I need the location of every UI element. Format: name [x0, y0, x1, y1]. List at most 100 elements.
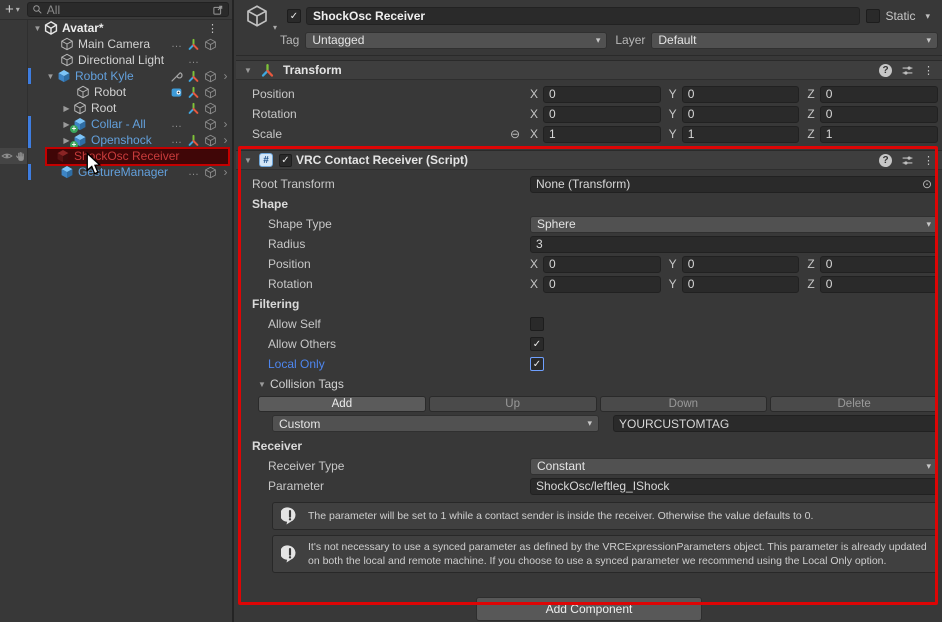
object-picker-icon[interactable]: ⊙ [916, 177, 932, 191]
rotation-z-input[interactable]: 0 [820, 106, 938, 123]
transform-header[interactable]: ▼ Transform ? ⋮ [236, 60, 942, 80]
y-axis-label: Y [669, 107, 677, 121]
radius-input[interactable]: 3 [530, 236, 938, 253]
popout-search-icon[interactable] [212, 4, 224, 16]
position-z-input[interactable]: 0 [820, 86, 938, 103]
vrc-rotation-x-input[interactable]: 0 [543, 276, 661, 293]
presets-icon[interactable] [901, 64, 914, 77]
chevron-right-icon[interactable]: › [219, 117, 232, 131]
prefab-cube-added-icon: + [73, 133, 87, 147]
parameter-input[interactable]: ShockOsc/leftleg_IShock [530, 478, 938, 495]
static-checkbox[interactable] [866, 9, 880, 23]
pickability-hand-icon[interactable] [15, 150, 27, 162]
info-bubble-icon [281, 507, 299, 525]
gameobject-icon[interactable]: ▾ [245, 4, 271, 28]
kebab-menu-icon[interactable]: ⋮ [923, 64, 934, 77]
z-axis-label: Z [807, 257, 814, 271]
hierarchy-item-robot[interactable]: Robot [0, 84, 232, 100]
component-enabled-checkbox[interactable]: ✓ [279, 154, 292, 167]
foldout-open-icon[interactable]: ▼ [31, 24, 44, 33]
gameobject-name-input[interactable]: ShockOsc Receiver [306, 7, 860, 25]
hierarchy-item-gesturemanager[interactable]: GestureManager … › [0, 164, 232, 180]
transform-gizmo-icon [185, 86, 202, 99]
chevron-right-icon[interactable]: › [219, 165, 232, 179]
caret-down-icon: ▾ [273, 23, 277, 32]
position-y-input[interactable]: 0 [682, 86, 800, 103]
shape-type-dropdown[interactable]: Sphere ▾ [530, 216, 938, 233]
receiver-type-dropdown[interactable]: Constant ▾ [530, 458, 938, 475]
visibility-eye-icon[interactable] [1, 150, 13, 162]
foldout-closed-icon[interactable]: ▶ [60, 104, 73, 113]
hierarchy-item-directional-light[interactable]: Directional Light … [0, 52, 232, 68]
vrc-rotation-z-input[interactable]: 0 [820, 276, 938, 293]
radius-value: 3 [536, 237, 543, 251]
scale-y-input[interactable]: 1 [682, 126, 800, 143]
up-button[interactable]: Up [429, 396, 597, 412]
hierarchy-item-collar-all[interactable]: ▶ + Collar - All … › [0, 116, 232, 132]
help-icon[interactable]: ? [879, 154, 892, 167]
radius-row: Radius 3 [236, 234, 942, 254]
root-transform-object-field[interactable]: None (Transform) ⊙ [530, 176, 938, 193]
constrain-proportions-link-icon[interactable]: ⊖ [510, 127, 520, 141]
foldout-open-icon[interactable]: ▼ [244, 156, 256, 165]
visibility-gutter[interactable] [0, 20, 28, 36]
vrc-rotation-y-value: 0 [688, 277, 695, 291]
unity-scene-icon [44, 21, 58, 35]
check-mark: ✓ [290, 11, 298, 22]
vrc-component-header[interactable]: ▼ # ✓ VRC Contact Receiver (Script) ? ⋮ [236, 150, 942, 170]
rotation-label: Rotation [252, 277, 530, 291]
vrc-position-y-input[interactable]: 0 [682, 256, 800, 273]
tag-label: Tag [280, 33, 299, 47]
rotation-x-input[interactable]: 0 [543, 106, 661, 123]
hierarchy-item-root[interactable]: ▶ Root [0, 100, 232, 116]
allow-others-checkbox[interactable]: ✓ [530, 337, 544, 351]
scale-z-input[interactable]: 1 [820, 126, 938, 143]
avatar-eye-icon [168, 86, 185, 99]
position-x-input[interactable]: 0 [543, 86, 661, 103]
receiver-section-header: Receiver [236, 436, 942, 456]
chevron-right-icon[interactable]: › [219, 69, 232, 83]
add-component-button[interactable]: Add Component [476, 597, 702, 621]
vrc-rotation-y-input[interactable]: 0 [682, 276, 800, 293]
rotation-y-input[interactable]: 0 [682, 106, 800, 123]
layer-label: Layer [615, 33, 645, 47]
static-dropdown-caret-icon[interactable]: ▾ [925, 11, 930, 22]
caret-down-icon: ▾ [920, 219, 931, 230]
kebab-menu-icon[interactable]: ⋮ [923, 154, 934, 167]
collision-tags-foldout[interactable]: ▼ Collision Tags [236, 374, 942, 394]
gameobject-cube-icon [73, 101, 87, 115]
allow-others-label: Allow Others [252, 337, 530, 351]
custom-tag-input[interactable]: YOURCUSTOMTAG [613, 415, 938, 432]
prefab-cube-added-icon: + [73, 117, 87, 131]
collision-tags-label: Collision Tags [270, 377, 344, 391]
foldout-open-icon[interactable]: ▼ [244, 66, 256, 75]
add-button[interactable]: Add [258, 396, 426, 412]
presets-icon[interactable] [901, 154, 914, 167]
tag-type-dropdown[interactable]: Custom ▾ [272, 415, 599, 432]
scale-x-input[interactable]: 1 [543, 126, 661, 143]
scene-kebab-icon[interactable]: ⋮ [206, 22, 219, 35]
create-object-button[interactable]: + ▾ [3, 3, 22, 17]
help-icon[interactable]: ? [879, 64, 892, 77]
parameter-row: Parameter ShockOsc/leftleg_IShock [236, 476, 942, 496]
hierarchy-item-main-camera[interactable]: Main Camera … [0, 36, 232, 52]
active-checkbox[interactable]: ✓ [287, 9, 301, 23]
scene-row[interactable]: ▼ Avatar* ⋮ [0, 20, 232, 36]
tag-dropdown[interactable]: Untagged ▾ [305, 32, 607, 49]
check-mark: ✓ [533, 359, 541, 370]
hierarchy-item-robot-kyle[interactable]: ▼ Robot Kyle › [0, 68, 232, 84]
layer-dropdown[interactable]: Default ▾ [651, 32, 938, 49]
foldout-open-icon[interactable]: ▼ [44, 72, 57, 81]
transform-component: ▼ Transform ? ⋮ Position X0 Y0 Z0 Rotati… [236, 60, 942, 150]
delete-button[interactable]: Delete [770, 396, 938, 412]
item-label: Robot [94, 85, 126, 99]
local-only-checkbox[interactable]: ✓ [530, 357, 544, 371]
down-button[interactable]: Down [600, 396, 768, 412]
vrc-position-z-input[interactable]: 0 [820, 256, 938, 273]
hierarchy-item-shockosc-receiver[interactable]: ShockOsc Receiver [0, 148, 232, 164]
caret-down-icon: ▾ [920, 461, 931, 472]
chevron-right-icon[interactable]: › [219, 133, 232, 147]
vrc-position-x-input[interactable]: 0 [543, 256, 661, 273]
hierarchy-search-input[interactable]: All [27, 2, 229, 17]
allow-self-checkbox[interactable] [530, 317, 544, 331]
